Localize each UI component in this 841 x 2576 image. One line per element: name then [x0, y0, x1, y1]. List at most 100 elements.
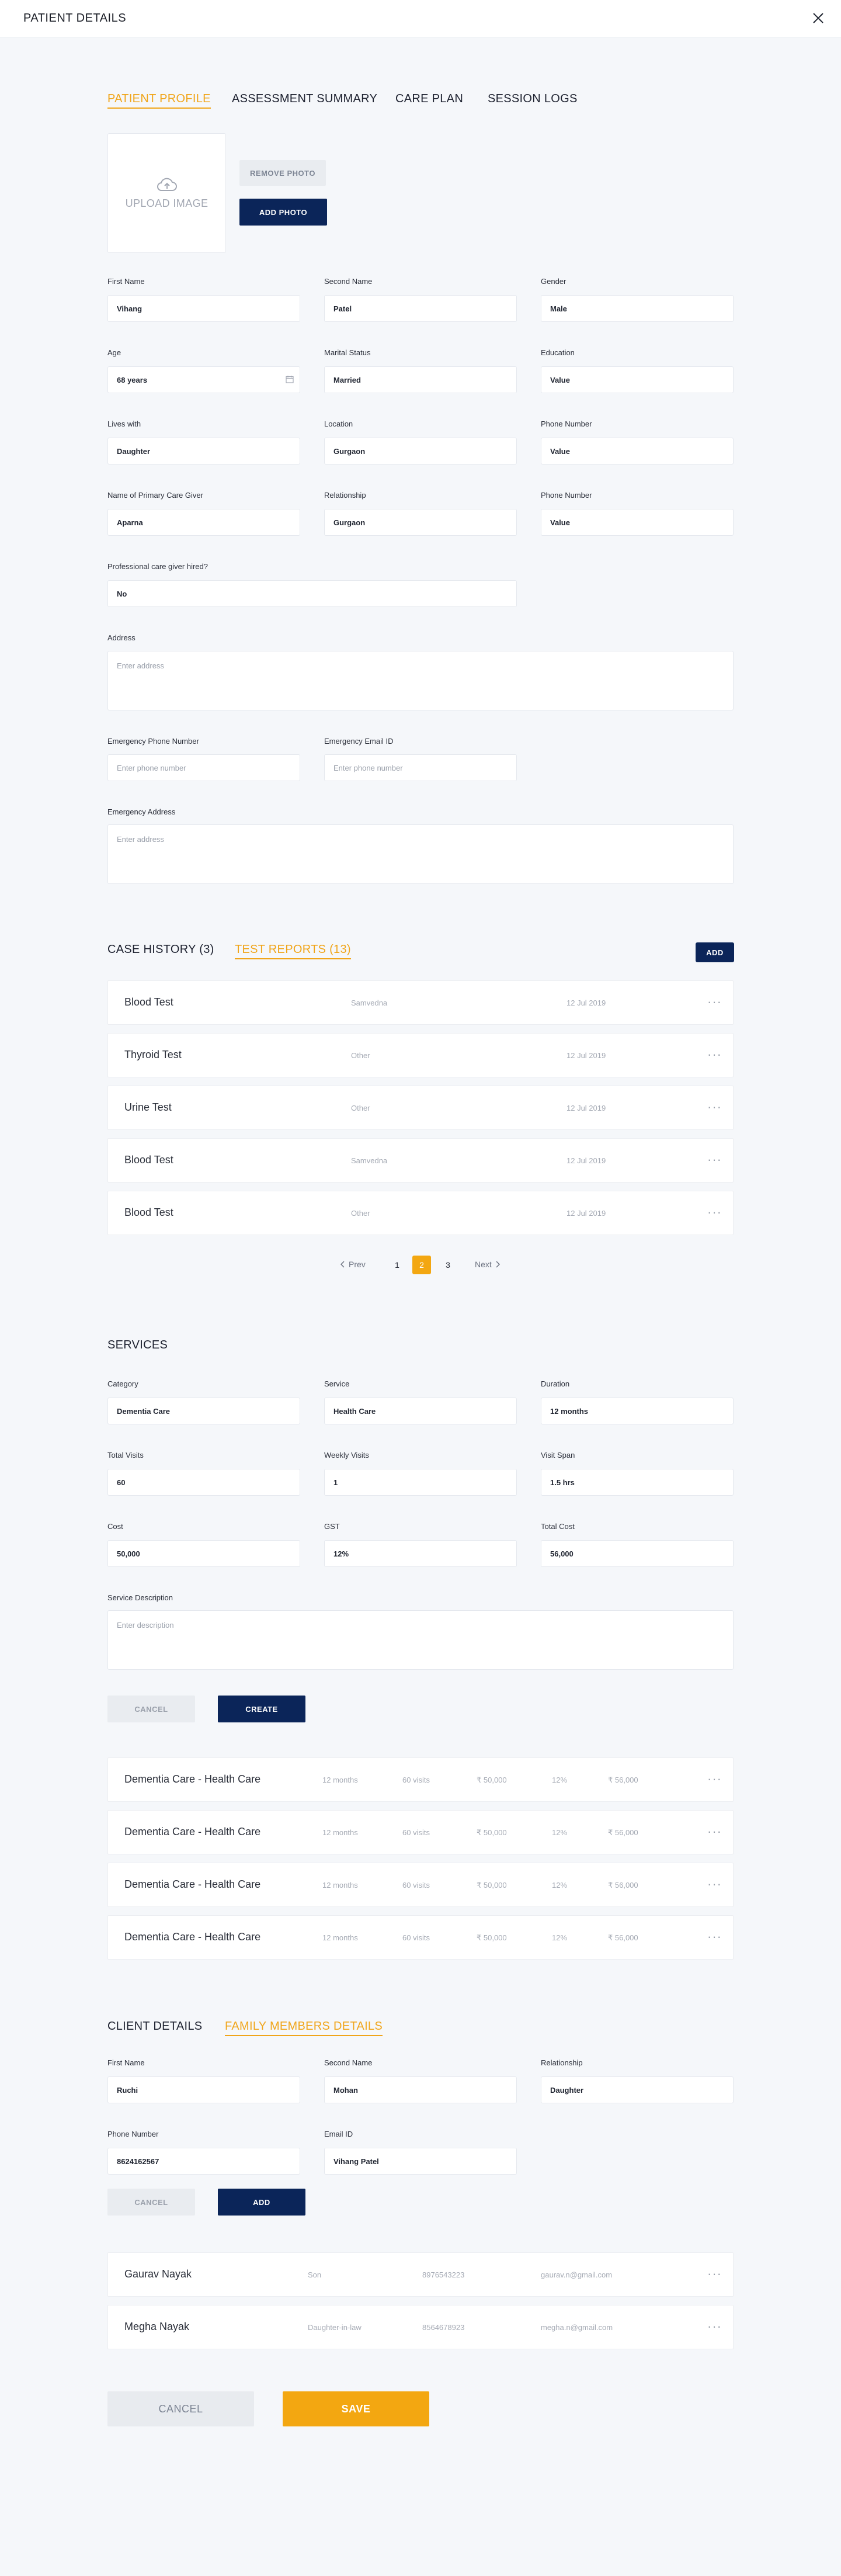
cost-field[interactable]: 50,000 [107, 1540, 300, 1567]
more-icon[interactable]: ··· [707, 1771, 722, 1787]
tab-family-members-details[interactable]: FAMILY MEMBERS DETAILS [225, 2020, 383, 2036]
emergency-address-textarea[interactable]: Enter address [107, 824, 734, 884]
more-icon[interactable]: ··· [707, 1929, 722, 1944]
report-name: Thyroid Test [124, 1049, 182, 1060]
more-icon[interactable]: ··· [707, 1047, 722, 1062]
list-item[interactable]: Megha Nayak Daughter-in-law 8564678923 m… [107, 2305, 734, 2349]
add-photo-button[interactable]: ADD PHOTO [239, 199, 327, 226]
table-row[interactable]: Blood Test Samvedna 12 Jul 2019 ··· [107, 1138, 734, 1183]
pagination-next[interactable]: Next [475, 1260, 500, 1269]
tab-assessment-summary[interactable]: ASSESSMENT SUMMARY [232, 92, 377, 106]
category-field[interactable]: Dementia Care [107, 1398, 300, 1424]
education-field[interactable]: Value [541, 366, 734, 393]
weekly-visits-field[interactable]: 1 [324, 1469, 517, 1496]
table-row[interactable]: Blood Test Other 12 Jul 2019 ··· [107, 1191, 734, 1235]
upload-image-dropzone[interactable]: UPLOAD IMAGE [107, 133, 226, 253]
category-label: Category [107, 1379, 138, 1388]
tab-case-history[interactable]: CASE HISTORY (3) [107, 943, 214, 956]
upload-image-label: UPLOAD IMAGE [125, 197, 208, 209]
tab-care-plan[interactable]: CARE PLAN [395, 92, 463, 106]
family-second-name-field[interactable]: Mohan [324, 2076, 517, 2103]
more-icon[interactable]: ··· [707, 1152, 722, 1167]
more-icon[interactable]: ··· [707, 1100, 722, 1115]
table-row[interactable]: Blood Test Samvedna 12 Jul 2019 ··· [107, 980, 734, 1025]
service-cancel-button[interactable]: CANCEL [107, 1696, 195, 1722]
list-item[interactable]: Dementia Care - Health Care 12 months 60… [107, 1810, 734, 1854]
service-description-textarea[interactable]: Enter description [107, 1610, 734, 1670]
list-item[interactable]: Dementia Care - Health Care 12 months 60… [107, 1915, 734, 1960]
first-name-field[interactable]: Vihang [107, 295, 300, 322]
list-item[interactable]: Gaurav Nayak Son 8976543223 gaurav.n@gma… [107, 2252, 734, 2297]
location-field[interactable]: Gurgaon [324, 438, 517, 464]
cancel-button[interactable]: CANCEL [107, 2391, 254, 2426]
service-duration: 12 months [322, 1881, 358, 1889]
second-name-field[interactable]: Patel [324, 295, 517, 322]
total-cost-field[interactable]: 56,000 [541, 1540, 734, 1567]
address-textarea[interactable]: Enter address [107, 651, 734, 710]
first-name-label: First Name [107, 277, 145, 286]
caregiver-phone-field[interactable]: Value [541, 509, 734, 536]
cloud-upload-icon [157, 178, 177, 191]
lives-with-field[interactable]: Daughter [107, 438, 300, 464]
gst-field[interactable]: 12% [324, 1540, 517, 1567]
primary-caregiver-field[interactable]: Aparna [107, 509, 300, 536]
more-icon[interactable]: ··· [707, 2319, 722, 2334]
page-button-3[interactable]: 3 [439, 1256, 457, 1274]
visit-span-label: Visit Span [541, 1451, 575, 1459]
service-visits: 60 visits [402, 1828, 430, 1837]
age-field[interactable]: 68 years [107, 366, 300, 393]
emergency-phone-input[interactable]: Enter phone number [107, 754, 300, 781]
tab-session-logs[interactable]: SESSION LOGS [488, 92, 578, 106]
family-add-button[interactable]: ADD [218, 2189, 305, 2216]
visit-span-field[interactable]: 1.5 hrs [541, 1469, 734, 1496]
service-gst: 12% [552, 1776, 568, 1784]
service-duration: 12 months [322, 1933, 358, 1942]
list-item[interactable]: Dementia Care - Health Care 12 months 60… [107, 1863, 734, 1907]
report-name: Blood Test [124, 1206, 173, 1218]
address-label: Address [107, 633, 135, 642]
header-bar: PATIENT DETAILS [0, 0, 841, 37]
calendar-icon[interactable] [286, 375, 294, 383]
service-field[interactable]: Health Care [324, 1398, 517, 1424]
family-relationship-field[interactable]: Daughter [541, 2076, 734, 2103]
close-icon[interactable] [809, 9, 827, 27]
phone-number-field[interactable]: Value [541, 438, 734, 464]
service-visits: 60 visits [402, 1776, 430, 1784]
list-item[interactable]: Dementia Care - Health Care 12 months 60… [107, 1757, 734, 1802]
more-icon[interactable]: ··· [707, 1205, 722, 1220]
page-button-1[interactable]: 1 [388, 1256, 406, 1274]
marital-status-label: Marital Status [324, 348, 371, 357]
service-create-button[interactable]: CREATE [218, 1696, 305, 1722]
relationship-field[interactable]: Gurgaon [324, 509, 517, 536]
report-date: 12 Jul 2019 [567, 1209, 606, 1218]
pagination-prev[interactable]: Prev [340, 1260, 366, 1269]
professional-caregiver-field[interactable]: No [107, 580, 517, 607]
duration-field[interactable]: 12 months [541, 1398, 734, 1424]
page-button-2[interactable]: 2 [412, 1256, 431, 1274]
tab-patient-profile[interactable]: PATIENT PROFILE [107, 92, 211, 109]
service-visits: 60 visits [402, 1881, 430, 1889]
tab-test-reports[interactable]: TEST REPORTS (13) [235, 943, 351, 959]
marital-status-field[interactable]: Married [324, 366, 517, 393]
add-report-button[interactable]: ADD [696, 942, 734, 962]
service-name: Dementia Care - Health Care [124, 1773, 261, 1785]
more-icon[interactable]: ··· [707, 1824, 722, 1839]
more-icon[interactable]: ··· [707, 1877, 722, 1892]
total-visits-field[interactable]: 60 [107, 1469, 300, 1496]
family-phone-field[interactable]: 8624162567 [107, 2148, 300, 2175]
service-visits: 60 visits [402, 1933, 430, 1942]
table-row[interactable]: Urine Test Other 12 Jul 2019 ··· [107, 1086, 734, 1130]
family-email-field[interactable]: Vihang Patel [324, 2148, 517, 2175]
family-first-name-field[interactable]: Ruchi [107, 2076, 300, 2103]
more-icon[interactable]: ··· [707, 2266, 722, 2282]
emergency-email-input[interactable]: Enter phone number [324, 754, 517, 781]
family-cancel-button[interactable]: CANCEL [107, 2189, 195, 2216]
service-name: Dementia Care - Health Care [124, 1878, 261, 1890]
gender-field[interactable]: Male [541, 295, 734, 322]
table-row[interactable]: Thyroid Test Other 12 Jul 2019 ··· [107, 1033, 734, 1077]
tab-client-details[interactable]: CLIENT DETAILS [107, 2020, 202, 2033]
family-first-name-label: First Name [107, 2058, 145, 2067]
more-icon[interactable]: ··· [707, 994, 722, 1010]
remove-photo-button[interactable]: REMOVE PHOTO [239, 160, 326, 186]
save-button[interactable]: SAVE [283, 2391, 429, 2426]
